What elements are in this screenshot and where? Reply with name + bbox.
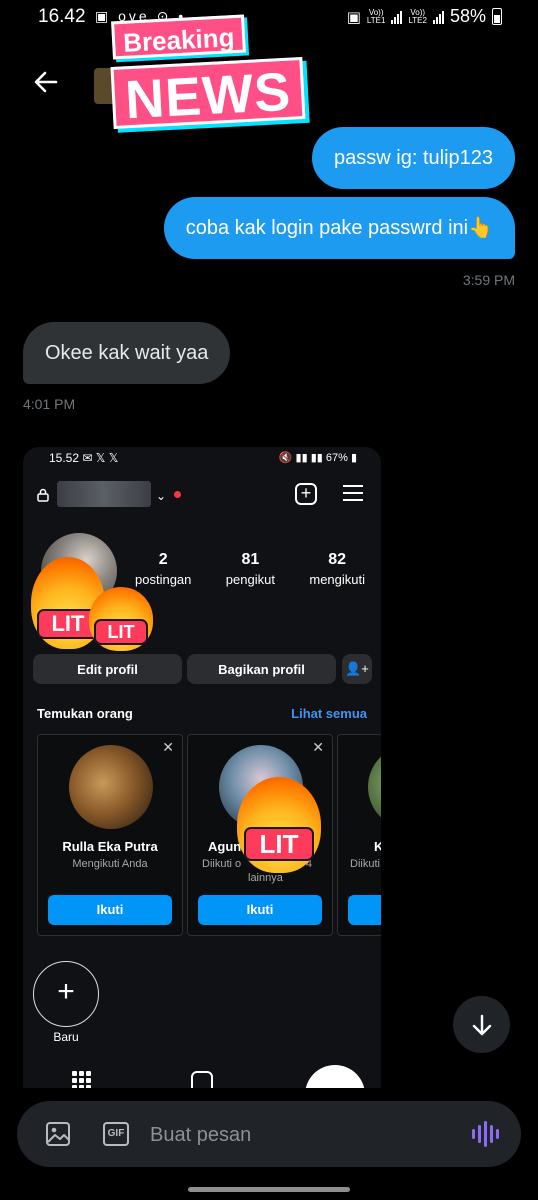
sticker-news-text: NEWS [110, 57, 306, 130]
close-icon: ✕ [162, 739, 174, 755]
gif-icon[interactable]: GIF [103, 1122, 129, 1146]
suggestion-card: ✕ Rulla Eka Putra Mengikuti Anda Ikuti [37, 734, 183, 936]
outgoing-message[interactable]: coba kak login pake passwrd ini👆 [163, 197, 515, 259]
lit-fire-sticker: LIT [237, 777, 321, 873]
see-all-link: Lihat semua [291, 706, 367, 721]
back-arrow-icon[interactable] [30, 66, 62, 98]
screenshot-status-bar: 15.52 ✉ 𝕏 𝕏 🔇 ▮▮ ▮▮ 67% ▮ [49, 451, 357, 465]
home-indicator[interactable] [188, 1187, 350, 1192]
arrow-down-icon [472, 1014, 491, 1035]
status-time: 16.42 [38, 6, 86, 27]
suggestion-avatar [368, 745, 381, 829]
battery-icon [492, 8, 502, 25]
add-person-icon: 👤+ [342, 654, 372, 684]
follow-button [348, 895, 381, 925]
battery-level: 58% [449, 6, 486, 26]
grid-icon [72, 1071, 92, 1088]
new-highlight-button: + [33, 961, 99, 1027]
notification-dot [174, 491, 181, 498]
voice-message-icon[interactable] [472, 1121, 500, 1147]
status-right: ▣ Vo)) LTE1 Vo)) LTE2 58% [347, 6, 502, 27]
image-message[interactable]: 15.52 ✉ 𝕏 𝕏 🔇 ▮▮ ▮▮ 67% ▮ ⌄ + 2 postinga… [23, 447, 381, 1088]
profile-stats: 2 postingan 81 pengikut 82 mengikuti [135, 551, 365, 587]
follow-button: Ikuti [48, 895, 172, 925]
message-input[interactable] [150, 1122, 450, 1148]
discover-people-title: Temukan orang [37, 706, 133, 721]
vibrate-icon: ▣ [346, 8, 361, 26]
signal-icon-2 [432, 10, 444, 24]
chevron-down-icon: ⌄ [156, 489, 167, 503]
sticker-breaking-text: Breaking [111, 14, 247, 60]
lit-fire-sticker: LIT [89, 587, 153, 651]
reels-icon [191, 1071, 213, 1088]
share-profile-button: Bagikan profil [187, 654, 336, 684]
floating-circle [305, 1065, 365, 1088]
message-timestamp: 4:01 PM [23, 396, 76, 412]
add-post-icon: + [295, 483, 317, 505]
image-icon[interactable] [45, 1121, 71, 1147]
new-highlight-label: Baru [53, 1030, 79, 1044]
message-composer: GIF [17, 1101, 521, 1167]
stat-following: 82 mengikuti [309, 551, 365, 587]
edit-profile-button: Edit profil [33, 654, 182, 684]
signal-icon [391, 10, 403, 24]
follow-button: Ikuti [198, 895, 322, 925]
stat-posts: 2 postingan [135, 551, 192, 587]
outgoing-message[interactable]: passw ig: tulip123 [312, 127, 515, 189]
breaking-news-sticker: Breaking NEWS [104, 12, 306, 130]
menu-icon [343, 485, 363, 506]
incoming-message[interactable]: Okee kak wait yaa [23, 322, 231, 384]
sim2-network: Vo)) LTE2 [408, 7, 427, 25]
suggestion-avatar [69, 745, 153, 829]
suggestion-card: K Diikuti [337, 734, 381, 936]
scroll-to-bottom-button[interactable] [453, 996, 510, 1053]
sim1-network: Vo)) LTE1 [366, 7, 386, 25]
lock-icon [37, 488, 49, 502]
close-icon: ✕ [312, 739, 324, 755]
ig-profile-header: ⌄ + [23, 477, 381, 513]
blurred-username [57, 481, 151, 507]
stat-followers: 81 pengikut [225, 551, 275, 587]
message-timestamp: 3:59 PM [462, 272, 515, 288]
